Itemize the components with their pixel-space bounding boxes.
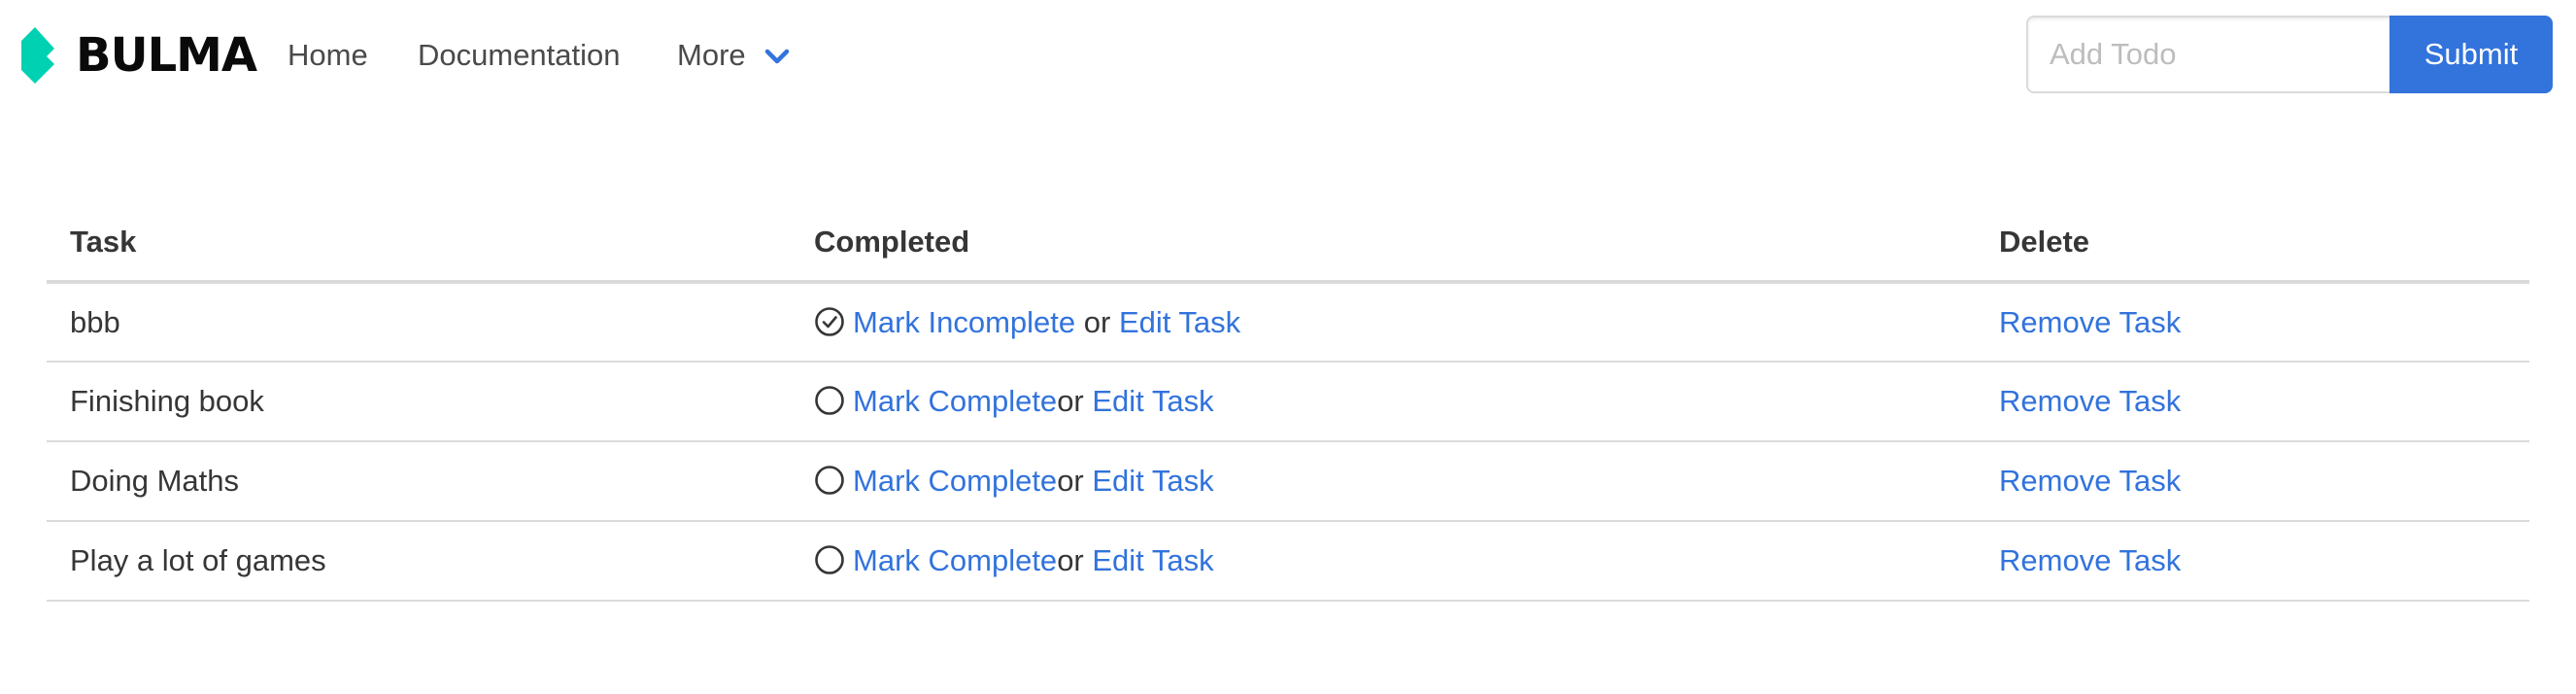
empty-circle-icon (814, 544, 845, 575)
task-text: Play a lot of games (70, 543, 326, 577)
completed-cell: Mark Completeor Edit Task (791, 362, 1976, 442)
table-header-row: Task Completed Delete (47, 204, 2529, 284)
nav-more-dropdown[interactable]: More (677, 35, 791, 76)
edit-task-link[interactable]: Edit Task (1092, 543, 1213, 577)
navbar: BULMA Home Documentation More Submit (0, 0, 2576, 111)
chevron-down-icon (764, 49, 789, 64)
task-text: Finishing book (70, 384, 264, 418)
task-text: Doing Maths (70, 464, 240, 498)
remove-task-link[interactable]: Remove Task (1999, 305, 2181, 339)
toggle-complete-link[interactable]: Mark Complete (853, 543, 1057, 577)
check-circle-icon (814, 306, 845, 337)
delete-cell: Remove Task (1976, 282, 2529, 363)
or-text: or (1057, 543, 1093, 577)
task-name: Play a lot of games (47, 521, 791, 602)
todo-body: bbb Mark Incomplete or Edit Task Remove … (47, 282, 2529, 602)
or-text: or (1075, 304, 1119, 339)
table-row: bbb Mark Incomplete or Edit Task Remove … (47, 282, 2529, 363)
header-task: Task (47, 204, 791, 284)
header-delete: Delete (1976, 204, 2529, 284)
delete-cell: Remove Task (1976, 362, 2529, 442)
task-name: Doing Maths (47, 441, 791, 522)
table-row: Finishing book Mark Completeor Edit Task… (47, 362, 2529, 442)
completed-cell: Mark Completeor Edit Task (791, 521, 1976, 602)
toggle-complete-link[interactable]: Mark Complete (853, 384, 1057, 418)
nav-home-link[interactable]: Home (288, 35, 368, 76)
table-row: Play a lot of games Mark Completeor Edit… (47, 521, 2529, 602)
brand-logo[interactable]: BULMA (21, 27, 257, 84)
remove-task-link[interactable]: Remove Task (1999, 464, 2181, 498)
nav-more-label: More (677, 38, 746, 72)
or-text: or (1057, 464, 1093, 498)
table-row: Doing Maths Mark Completeor Edit Task Re… (47, 441, 2529, 522)
task-name: Finishing book (47, 362, 791, 442)
delete-cell: Remove Task (1976, 521, 2529, 602)
task-text: bbb (70, 304, 120, 339)
completed-cell: Mark Incomplete or Edit Task (791, 282, 1976, 363)
toggle-complete-link[interactable]: Mark Incomplete (853, 305, 1075, 339)
completed-cell: Mark Completeor Edit Task (791, 441, 1976, 522)
delete-cell: Remove Task (1976, 441, 2529, 522)
submit-button[interactable]: Submit (2390, 16, 2553, 93)
add-todo-input[interactable] (2026, 16, 2390, 93)
todo-table: Task Completed Delete bbb Mark Incomplet… (47, 204, 2529, 602)
toggle-complete-link[interactable]: Mark Complete (853, 464, 1057, 498)
nav-documentation-link[interactable]: Documentation (418, 35, 621, 76)
task-name: bbb (47, 282, 791, 363)
empty-circle-icon (814, 385, 845, 416)
bulma-logo-icon (21, 27, 54, 84)
edit-task-link[interactable]: Edit Task (1119, 305, 1240, 339)
empty-circle-icon (814, 465, 845, 496)
brand-name: BULMA (76, 28, 257, 83)
edit-task-link[interactable]: Edit Task (1092, 384, 1213, 418)
edit-task-link[interactable]: Edit Task (1092, 464, 1213, 498)
or-text: or (1057, 384, 1093, 418)
header-completed: Completed (791, 204, 1976, 284)
remove-task-link[interactable]: Remove Task (1999, 543, 2181, 577)
remove-task-link[interactable]: Remove Task (1999, 384, 2181, 418)
